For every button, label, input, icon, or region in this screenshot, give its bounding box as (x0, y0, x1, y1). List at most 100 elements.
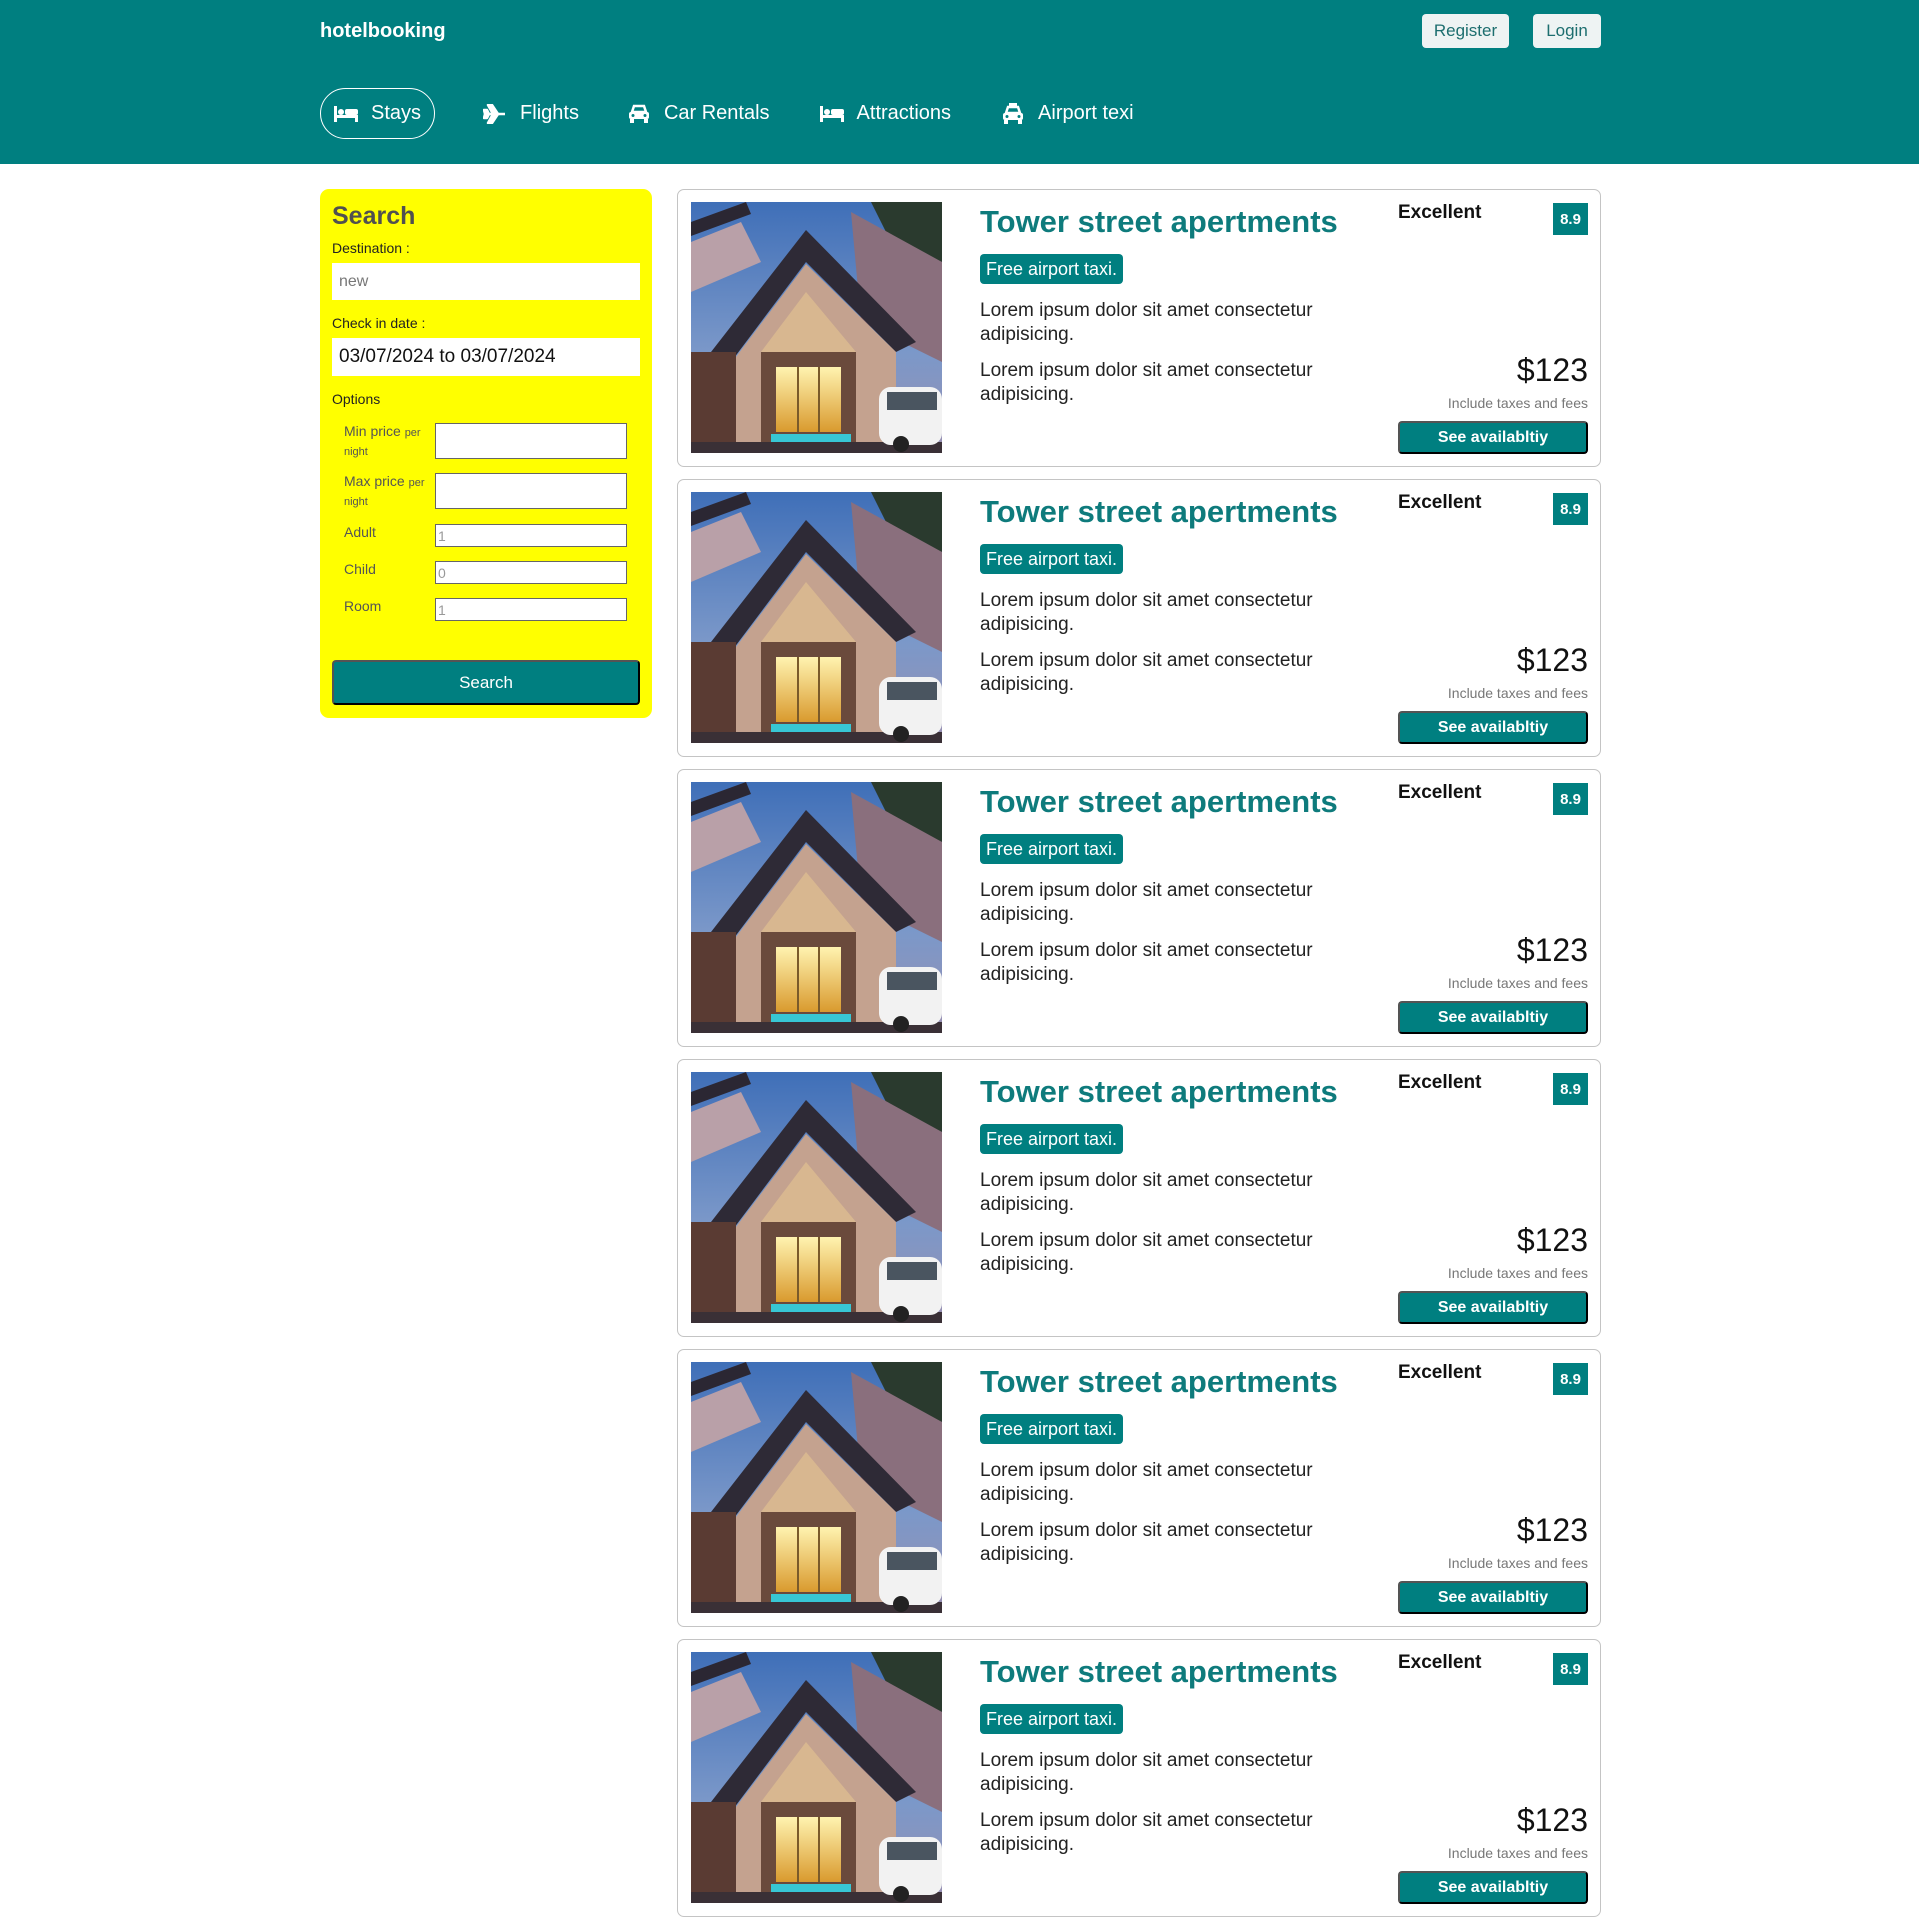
max-price-label: Max price per night (344, 473, 425, 508)
taxi-badge: Free airport taxi. (980, 1124, 1124, 1154)
see-availability-button[interactable]: See availabltiy (1398, 1001, 1588, 1034)
rating-text: Excellent (1398, 1072, 1482, 1093)
nav-label: Attractions (856, 102, 952, 124)
rating-score: 8.9 (1553, 1653, 1588, 1685)
hotel-title[interactable]: Tower street apertments (980, 784, 1338, 820)
price: $123 (1516, 352, 1588, 388)
car-icon (626, 104, 652, 124)
checkin-label: Check in date : (332, 315, 426, 331)
hotel-description: Lorem ipsum dolor sit amet consectetur a… (980, 590, 1313, 635)
nav-item-attractions[interactable]: Attractions (819, 88, 951, 139)
taxi-badge: Free airport taxi. (980, 1704, 1124, 1734)
checkin-date-input[interactable]: 03/07/2024 to 03/07/2024 (332, 338, 640, 376)
bed-icon (819, 104, 845, 124)
hotel-description: Lorem ipsum dolor sit amet consectetur a… (980, 1810, 1313, 1855)
rating-score: 8.9 (1553, 493, 1588, 525)
rating-score: 8.9 (1553, 1363, 1588, 1395)
hotel-title[interactable]: Tower street apertments (980, 1364, 1338, 1400)
taxi-badge: Free airport taxi. (980, 1414, 1124, 1444)
rating-text: Excellent (1398, 492, 1482, 513)
register-button[interactable]: Register (1422, 14, 1509, 48)
search-button[interactable]: Search (332, 660, 640, 705)
tax-note: Include taxes and fees (1447, 685, 1588, 701)
hotel-photo[interactable] (691, 1652, 942, 1903)
hotel-card: Tower street apertments Free airport tax… (677, 769, 1601, 1047)
option-row: Adult 1 (344, 524, 640, 547)
hotel-card: Tower street apertments Free airport tax… (677, 1349, 1601, 1627)
hotel-photo[interactable] (691, 492, 942, 743)
search-panel: Search Destination : new Check in date :… (320, 189, 652, 718)
child-label: Child (344, 561, 376, 577)
destination-input[interactable]: new (332, 263, 640, 300)
rating-text: Excellent (1398, 1652, 1482, 1673)
nav-label: Car Rentals (663, 102, 770, 124)
top-header: hotelbooking Register Login Stays Flight… (0, 0, 1919, 164)
plane-icon (482, 103, 508, 124)
hotel-card: Tower street apertments Free airport tax… (677, 479, 1601, 757)
nav-item-car-rentals[interactable]: Car Rentals (626, 88, 770, 139)
taxi-icon (1000, 102, 1026, 124)
nav-bar: Stays Flights Car Rentals Attractions Ai… (320, 88, 1134, 139)
hotel-title[interactable]: Tower street apertments (980, 1074, 1338, 1110)
hotel-description: Lorem ipsum dolor sit amet consectetur a… (980, 1460, 1313, 1505)
see-availability-button[interactable]: See availabltiy (1398, 1291, 1588, 1324)
nav-item-airport-taxi[interactable]: Airport texi (1000, 88, 1134, 139)
nav-label: Airport texi (1038, 102, 1134, 124)
adult-input[interactable]: 1 (435, 524, 627, 547)
hotel-description: Lorem ipsum dolor sit amet consectetur a… (980, 300, 1313, 345)
results-list: Tower street apertments Free airport tax… (677, 189, 1601, 1926)
hotel-photo[interactable] (691, 1072, 942, 1323)
option-row: Min price per night (344, 423, 640, 461)
rating-score: 8.9 (1553, 783, 1588, 815)
hotel-title[interactable]: Tower street apertments (980, 204, 1338, 240)
taxi-badge: Free airport taxi. (980, 544, 1124, 574)
rating-text: Excellent (1398, 782, 1482, 803)
hotel-description: Lorem ipsum dolor sit amet consectetur a… (980, 1170, 1313, 1215)
options-label: Options (332, 391, 381, 407)
taxi-badge: Free airport taxi. (980, 834, 1124, 864)
see-availability-button[interactable]: See availabltiy (1398, 1581, 1588, 1614)
bed-icon (333, 104, 359, 124)
hotel-description: Lorem ipsum dolor sit amet consectetur a… (980, 360, 1313, 405)
max-price-input[interactable] (435, 473, 627, 509)
options-group: Min price per night Max price per night … (332, 423, 640, 621)
tax-note: Include taxes and fees (1447, 1845, 1588, 1861)
rating-text: Excellent (1398, 1362, 1482, 1383)
hotel-card: Tower street apertments Free airport tax… (677, 1059, 1601, 1337)
nav-item-stays[interactable]: Stays (320, 88, 436, 139)
nav-label: Stays (371, 102, 422, 124)
hotel-title[interactable]: Tower street apertments (980, 1654, 1338, 1690)
hotel-description: Lorem ipsum dolor sit amet consectetur a… (980, 1230, 1313, 1275)
hotel-photo[interactable] (691, 202, 942, 453)
hotel-card: Tower street apertments Free airport tax… (677, 1639, 1601, 1917)
adult-label: Adult (344, 524, 376, 540)
search-title: Search (332, 202, 416, 230)
min-price-label: Min price per night (344, 423, 421, 458)
hotel-photo[interactable] (691, 782, 942, 1033)
see-availability-button[interactable]: See availabltiy (1398, 421, 1588, 454)
nav-label: Flights (520, 102, 579, 124)
tax-note: Include taxes and fees (1447, 1265, 1588, 1281)
hotel-description: Lorem ipsum dolor sit amet consectetur a… (980, 1750, 1313, 1795)
nav-item-flights[interactable]: Flights (482, 88, 579, 139)
option-row: Max price per night (344, 473, 640, 511)
hotel-card: Tower street apertments Free airport tax… (677, 189, 1601, 467)
hotel-description: Lorem ipsum dolor sit amet consectetur a… (980, 940, 1313, 985)
room-input[interactable]: 1 (435, 598, 627, 621)
hotel-description: Lorem ipsum dolor sit amet consectetur a… (980, 650, 1313, 695)
tax-note: Include taxes and fees (1447, 975, 1588, 991)
hotel-photo[interactable] (691, 1362, 942, 1613)
min-price-input[interactable] (435, 423, 627, 459)
option-row: Child 0 (344, 561, 640, 584)
option-row: Room 1 (344, 598, 640, 621)
room-label: Room (344, 598, 382, 614)
login-button[interactable]: Login (1533, 14, 1601, 48)
tax-note: Include taxes and fees (1447, 1555, 1588, 1571)
see-availability-button[interactable]: See availabltiy (1398, 1871, 1588, 1904)
rating-score: 8.9 (1553, 203, 1588, 235)
price: $123 (1516, 1802, 1588, 1838)
brand-logo[interactable]: hotelbooking (320, 20, 446, 42)
child-input[interactable]: 0 (435, 561, 627, 584)
see-availability-button[interactable]: See availabltiy (1398, 711, 1588, 744)
hotel-title[interactable]: Tower street apertments (980, 494, 1338, 530)
